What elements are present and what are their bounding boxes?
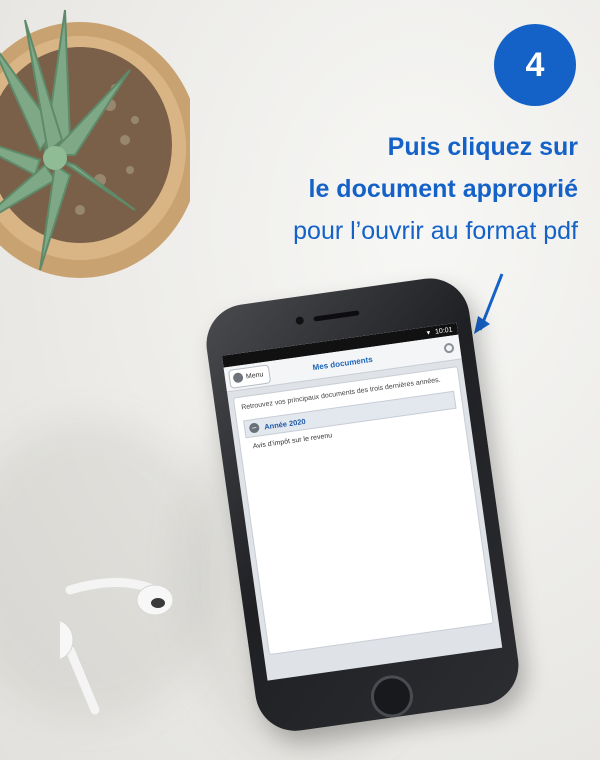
home-icon [232,372,244,384]
step-badge: 4 [494,24,576,106]
minus-circle-icon: − [248,422,260,434]
menu-label: Menu [245,370,264,381]
documents-panel: Retrouvez vos principaux documents des t… [232,366,494,656]
scene: 4 Puis cliquez sur le document approprié… [0,0,600,760]
menu-button[interactable]: Menu [227,363,271,389]
year-label: Année 2020 [263,416,307,432]
signal-icon: ▾ [426,329,431,338]
status-time: 10:01 [434,325,453,336]
headline: Puis cliquez sur le document approprié p… [158,126,578,252]
arrow-down-left-icon [474,273,504,334]
headline-line-3: pour l’ouvrir au format pdf [293,217,578,245]
headline-line-2: le document approprié [308,175,578,203]
phone-screen: ▾ 10:01 Menu Mes documents Retrouvez vos… [221,322,503,681]
headline-line-1: Puis cliquez sur [387,133,578,161]
step-number: 4 [525,45,545,84]
gear-icon[interactable] [443,342,455,354]
earbuds-image [60,578,174,715]
